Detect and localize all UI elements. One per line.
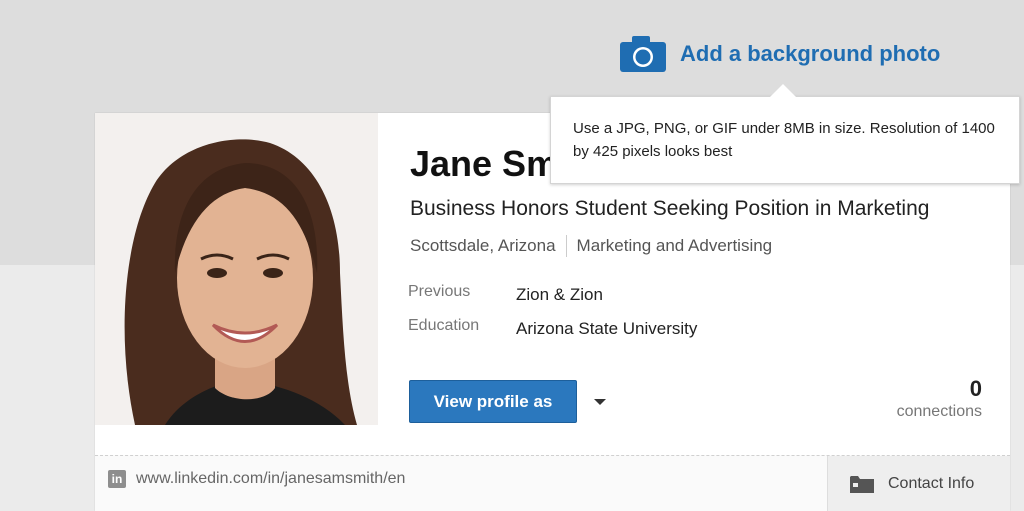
connections-count[interactable]: 0 bbox=[970, 376, 982, 402]
tooltip-arrow bbox=[770, 84, 796, 97]
contact-info-label: Contact Info bbox=[888, 475, 975, 492]
profile-headline: Business Honors Student Seeking Position… bbox=[410, 197, 930, 220]
previous-label: Previous bbox=[408, 283, 471, 300]
meta-divider bbox=[565, 235, 567, 257]
background-photo-tooltip: Use a JPG, PNG, or GIF under 8MB in size… bbox=[550, 96, 1020, 184]
profile-location[interactable]: Scottsdale, Arizona bbox=[410, 236, 556, 256]
contact-info-button[interactable]: Contact Info bbox=[827, 456, 1010, 511]
linkedin-icon: in bbox=[108, 470, 126, 488]
education-label: Education bbox=[408, 317, 480, 334]
profile-meta: Scottsdale, Arizona Marketing and Advert… bbox=[410, 235, 772, 257]
profile-name: Jane Sm bbox=[410, 143, 559, 184]
folder-icon bbox=[850, 475, 874, 493]
camera-icon bbox=[620, 36, 666, 72]
profile-industry[interactable]: Marketing and Advertising bbox=[577, 236, 773, 256]
profile-footer: in www.linkedin.com/in/janesamsmith/en C… bbox=[95, 455, 1010, 511]
view-profile-as-button[interactable]: View profile as bbox=[409, 380, 577, 423]
add-background-photo-label: Add a background photo bbox=[680, 41, 941, 66]
tooltip-text: Use a JPG, PNG, or GIF under 8MB in size… bbox=[573, 120, 995, 160]
connections-label: connections bbox=[896, 403, 982, 420]
previous-value[interactable]: Zion & Zion bbox=[516, 285, 603, 305]
chevron-down-icon[interactable] bbox=[594, 399, 606, 405]
add-background-photo-button[interactable]: Add a background photo bbox=[620, 34, 940, 74]
education-value[interactable]: Arizona State University bbox=[516, 319, 697, 339]
profile-photo[interactable] bbox=[95, 113, 378, 425]
profile-url[interactable]: www.linkedin.com/in/janesamsmith/en bbox=[136, 470, 405, 488]
